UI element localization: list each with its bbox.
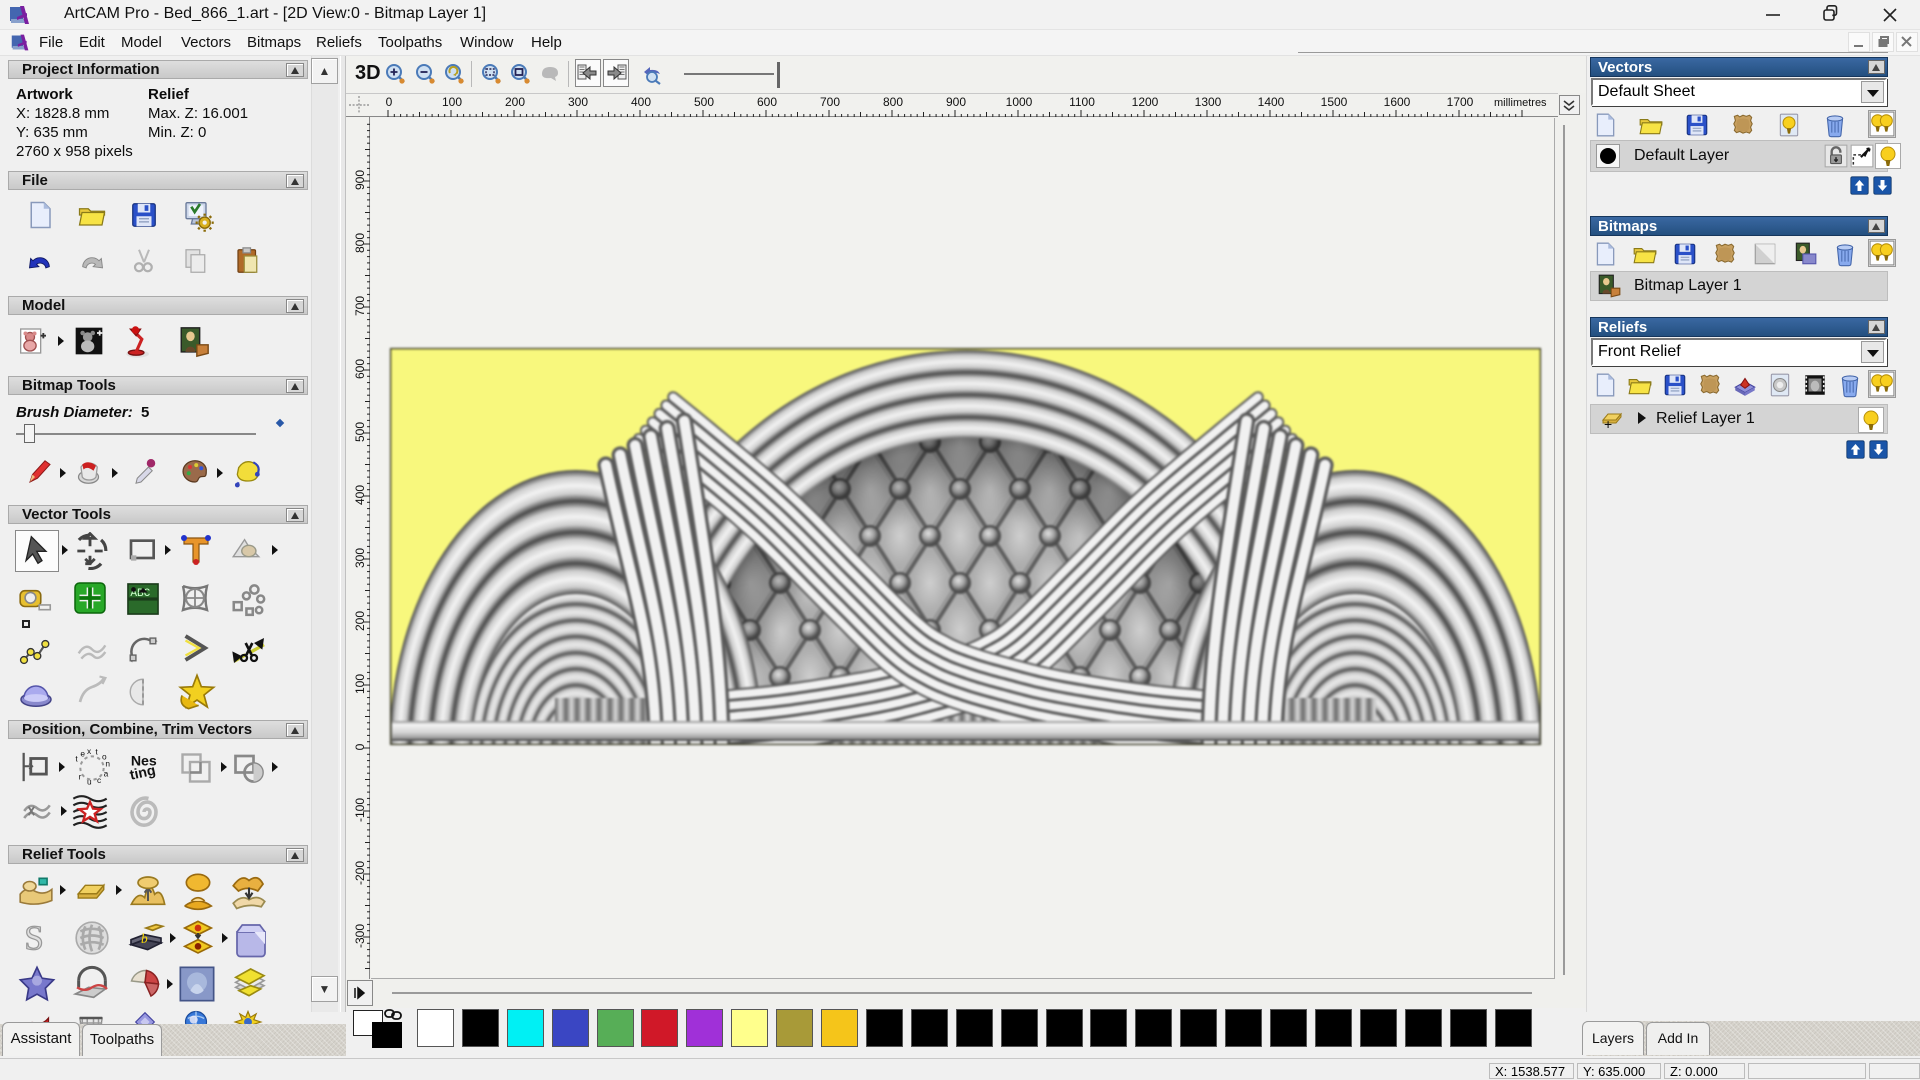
svg-text:u: u: [87, 777, 92, 787]
svg-text:c: c: [97, 775, 101, 785]
svg-text:e: e: [80, 748, 85, 758]
svg-text:t: t: [95, 748, 98, 757]
svg-text:x: x: [87, 748, 92, 756]
svg-text:n: n: [105, 758, 110, 768]
svg-text:a: a: [104, 768, 109, 778]
svg-text:r: r: [79, 772, 82, 782]
svg-text:t: t: [75, 753, 78, 763]
svg-text:S: S: [24, 919, 43, 956]
svg-text:b: b: [141, 931, 148, 946]
